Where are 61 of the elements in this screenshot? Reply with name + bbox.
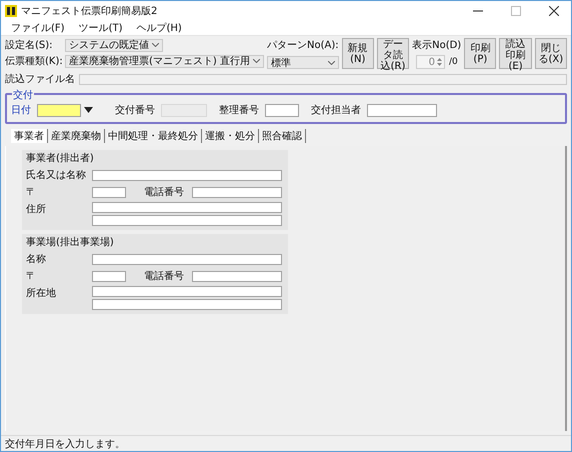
- postal-code-field[interactable]: [92, 270, 126, 282]
- toolbar-button[interactable]: 読込印刷(E): [499, 38, 532, 69]
- status-text: 交付年月日を入力します。: [5, 438, 125, 450]
- input-field[interactable]: [92, 299, 282, 310]
- field-label: 電話番号: [144, 186, 184, 199]
- phone-field[interactable]: [192, 270, 282, 282]
- input-field[interactable]: [92, 170, 282, 180]
- tab[interactable]: 産業廃棄物: [48, 129, 105, 143]
- app-icon: [5, 5, 17, 17]
- group-title: 交付: [12, 88, 34, 102]
- toolbar-button[interactable]: 新規(N): [342, 38, 374, 69]
- toolbar-button[interactable]: 閉じる(X): [534, 38, 567, 69]
- total-count: /0: [448, 57, 458, 67]
- section-title: 事業場(排出事業場): [26, 236, 115, 249]
- section-title: 事業者(排出者): [26, 152, 95, 165]
- date-field[interactable]: [37, 104, 81, 116]
- phone-field[interactable]: [192, 186, 282, 198]
- window-title: マニフェスト伝票印刷簡易版2: [21, 4, 158, 18]
- field-label: 表示No(D): [412, 38, 462, 52]
- field-label: パターンNo(A):: [266, 39, 339, 52]
- input-field[interactable]: [367, 104, 437, 116]
- input-field[interactable]: [92, 254, 282, 264]
- field-label: 日付: [11, 104, 31, 117]
- caret-icon: [328, 60, 335, 64]
- file-name-field[interactable]: [79, 74, 567, 84]
- field-label: 設定名(S):: [5, 38, 54, 52]
- input-field[interactable]: [92, 215, 282, 226]
- field-label: 整理番号: [219, 104, 259, 117]
- caret-icon: [152, 43, 159, 47]
- postal-code-field[interactable]: [92, 186, 126, 198]
- field-label: 〒: [26, 270, 37, 283]
- field-label: 伝票種類(K):: [5, 54, 63, 68]
- tab[interactable]: 中間処理・最終処分: [105, 129, 202, 143]
- dropdown[interactable]: 標準: [266, 56, 339, 69]
- field-label: 住所: [26, 202, 47, 216]
- tab[interactable]: 照合確認: [259, 129, 306, 143]
- toolbar-button[interactable]: データ読込(R): [376, 38, 410, 69]
- field-label: 読込ファイル名: [5, 72, 75, 86]
- field-label: 所在地: [26, 286, 57, 300]
- dropdown-arrow-icon[interactable]: [84, 107, 93, 113]
- tab[interactable]: 運搬・処分: [202, 129, 259, 143]
- menu-item[interactable]: ファイル(F): [11, 21, 65, 35]
- tab[interactable]: 事業者: [11, 129, 48, 143]
- maximize-icon[interactable]: [511, 6, 521, 16]
- menu-item[interactable]: ヘルプ(H): [136, 21, 182, 35]
- dropdown[interactable]: 産業廃棄物管理票(マニフェスト) 直行用: [65, 54, 264, 68]
- caret-icon: [252, 59, 260, 63]
- dropdown[interactable]: システムの既定値: [65, 38, 163, 52]
- field-label: 名称: [26, 253, 47, 266]
- field-label: 〒: [26, 186, 37, 199]
- field-label: 交付担当者: [311, 104, 361, 117]
- spin-arrows-icon: [436, 58, 442, 66]
- input-field[interactable]: [265, 104, 299, 116]
- close-icon[interactable]: [549, 6, 559, 16]
- field-label: 氏名又は名称: [26, 168, 87, 182]
- toolbar-button[interactable]: 印刷(P): [464, 38, 496, 69]
- field-label: 交付番号: [115, 104, 155, 117]
- menu-item[interactable]: ツール(T): [78, 21, 122, 35]
- field-label: 電話番号: [144, 270, 184, 283]
- input-field[interactable]: [92, 202, 282, 213]
- input-field[interactable]: [92, 286, 282, 297]
